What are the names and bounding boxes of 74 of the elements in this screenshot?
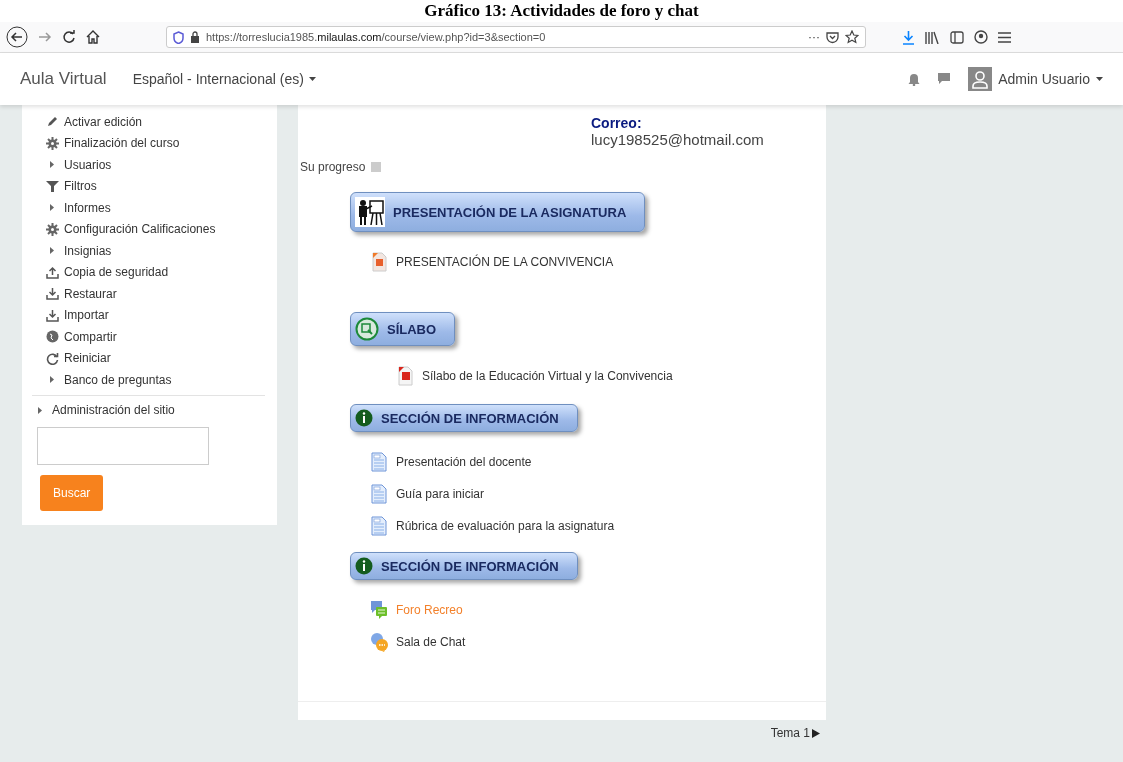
activity-link[interactable]: Presentación del docente: [396, 455, 532, 469]
caret-icon: [308, 76, 316, 82]
library-icon[interactable]: [925, 30, 940, 44]
info-icon: [355, 409, 373, 427]
back-icon[interactable]: [6, 26, 28, 48]
navigation-item[interactable]: Compartir: [22, 326, 277, 348]
upload-icon: [46, 265, 59, 279]
activity-link[interactable]: Guía para iniciar: [396, 487, 485, 501]
progress-label: Su progreso: [300, 160, 366, 174]
section-banner[interactable]: SECCIÓN DE INFORMACIÓN: [350, 404, 578, 432]
user-menu[interactable]: Admin Usuario: [968, 67, 1103, 91]
presenter-icon: [355, 197, 385, 227]
document-icon: [370, 452, 388, 472]
url-text: https://torreslucia1985.milaulas.com/course/view.php?id=3&section=0: [206, 31, 547, 43]
info-icon: [355, 557, 373, 575]
magnifier-icon: [355, 317, 379, 341]
lock-icon: [190, 31, 200, 43]
navigation-item[interactable]: Filtros: [22, 175, 277, 197]
bell-icon[interactable]: [908, 72, 921, 86]
sidebar-icon[interactable]: [950, 30, 964, 44]
forward-icon[interactable]: [38, 30, 52, 44]
triangle-right-icon: [812, 728, 820, 738]
section-banner[interactable]: SECCIÓN DE INFORMACIÓN: [350, 552, 578, 580]
chat-bubbles-icon: [370, 632, 388, 652]
presentation-file-icon: [370, 252, 388, 272]
activity-link[interactable]: PRESENTACIÓN DE LA CONVIVENCIA: [396, 255, 614, 269]
filter-icon: [46, 179, 59, 193]
pocket-icon[interactable]: [826, 30, 839, 44]
settings-icon: [46, 136, 59, 150]
navigation-item[interactable]: Copia de seguridad: [22, 261, 277, 283]
avatar-icon: [968, 67, 993, 91]
navigation-item[interactable]: Informes: [22, 197, 277, 219]
pencil-icon: [46, 115, 59, 129]
address-bar[interactable]: https://torreslucia1985.milaulas.com/course/view.php?id=3&section=0 ···: [166, 26, 866, 48]
document-icon: [370, 516, 388, 536]
site-name-link[interactable]: Aula Virtual: [20, 69, 107, 89]
more-actions-button[interactable]: ···: [808, 30, 820, 44]
shield-icon: [173, 30, 184, 44]
navigation-item[interactable]: Finalización del curso: [22, 132, 277, 154]
caret-icon: [1096, 76, 1103, 82]
contact-label: Correo:: [591, 115, 643, 131]
home-icon[interactable]: [86, 30, 100, 44]
search-field[interactable]: [37, 427, 209, 465]
next-section-link[interactable]: Tema 1: [770, 726, 820, 740]
download-icon: [46, 287, 59, 301]
figure-caption: Gráfico 13: Actividades de foro y chat: [424, 1, 699, 21]
navigation-item[interactable]: Insignias: [22, 240, 277, 262]
activity-link[interactable]: Sílabo de la Educación Virtual y la Convivencia: [422, 369, 673, 383]
activity-link[interactable]: Sala de Chat: [396, 635, 466, 649]
refresh-icon: [46, 351, 59, 365]
account-icon[interactable]: [974, 30, 988, 44]
navigation-item[interactable]: Reiniciar: [22, 347, 277, 369]
document-icon: [370, 484, 388, 504]
settings-icon: [46, 222, 59, 236]
pdf-file-icon: [396, 366, 414, 386]
message-icon[interactable]: [938, 73, 951, 85]
chat-bubbles-icon: [370, 600, 388, 620]
navigation-item[interactable]: Configuración Calificaciones: [22, 218, 277, 240]
navigation-item[interactable]: Activar edición: [22, 111, 277, 133]
download-icon: [46, 308, 59, 322]
email-text: lucy198525@hotmail.com: [591, 131, 765, 148]
activity-link[interactable]: Rúbrica de evaluación para la asignatura: [396, 519, 615, 533]
navigation-item[interactable]: Importar: [22, 304, 277, 326]
navigation-item[interactable]: Banco de preguntas: [22, 369, 277, 391]
reload-icon[interactable]: [62, 30, 76, 44]
menu-icon[interactable]: [998, 31, 1011, 43]
language-menu[interactable]: Español - Internacional (es): [132, 71, 316, 87]
section-banner[interactable]: SÍLABO: [350, 312, 456, 346]
navigation-item[interactable]: Restaurar: [22, 283, 277, 305]
section-banner[interactable]: PRESENTACIÓN DE LA ASIGNATURA: [350, 192, 646, 232]
navigation-item[interactable]: Usuarios: [22, 154, 277, 176]
star-icon[interactable]: [845, 30, 859, 44]
download-icon[interactable]: [902, 29, 915, 45]
navigation-item[interactable]: Administración del sitio: [22, 399, 277, 421]
